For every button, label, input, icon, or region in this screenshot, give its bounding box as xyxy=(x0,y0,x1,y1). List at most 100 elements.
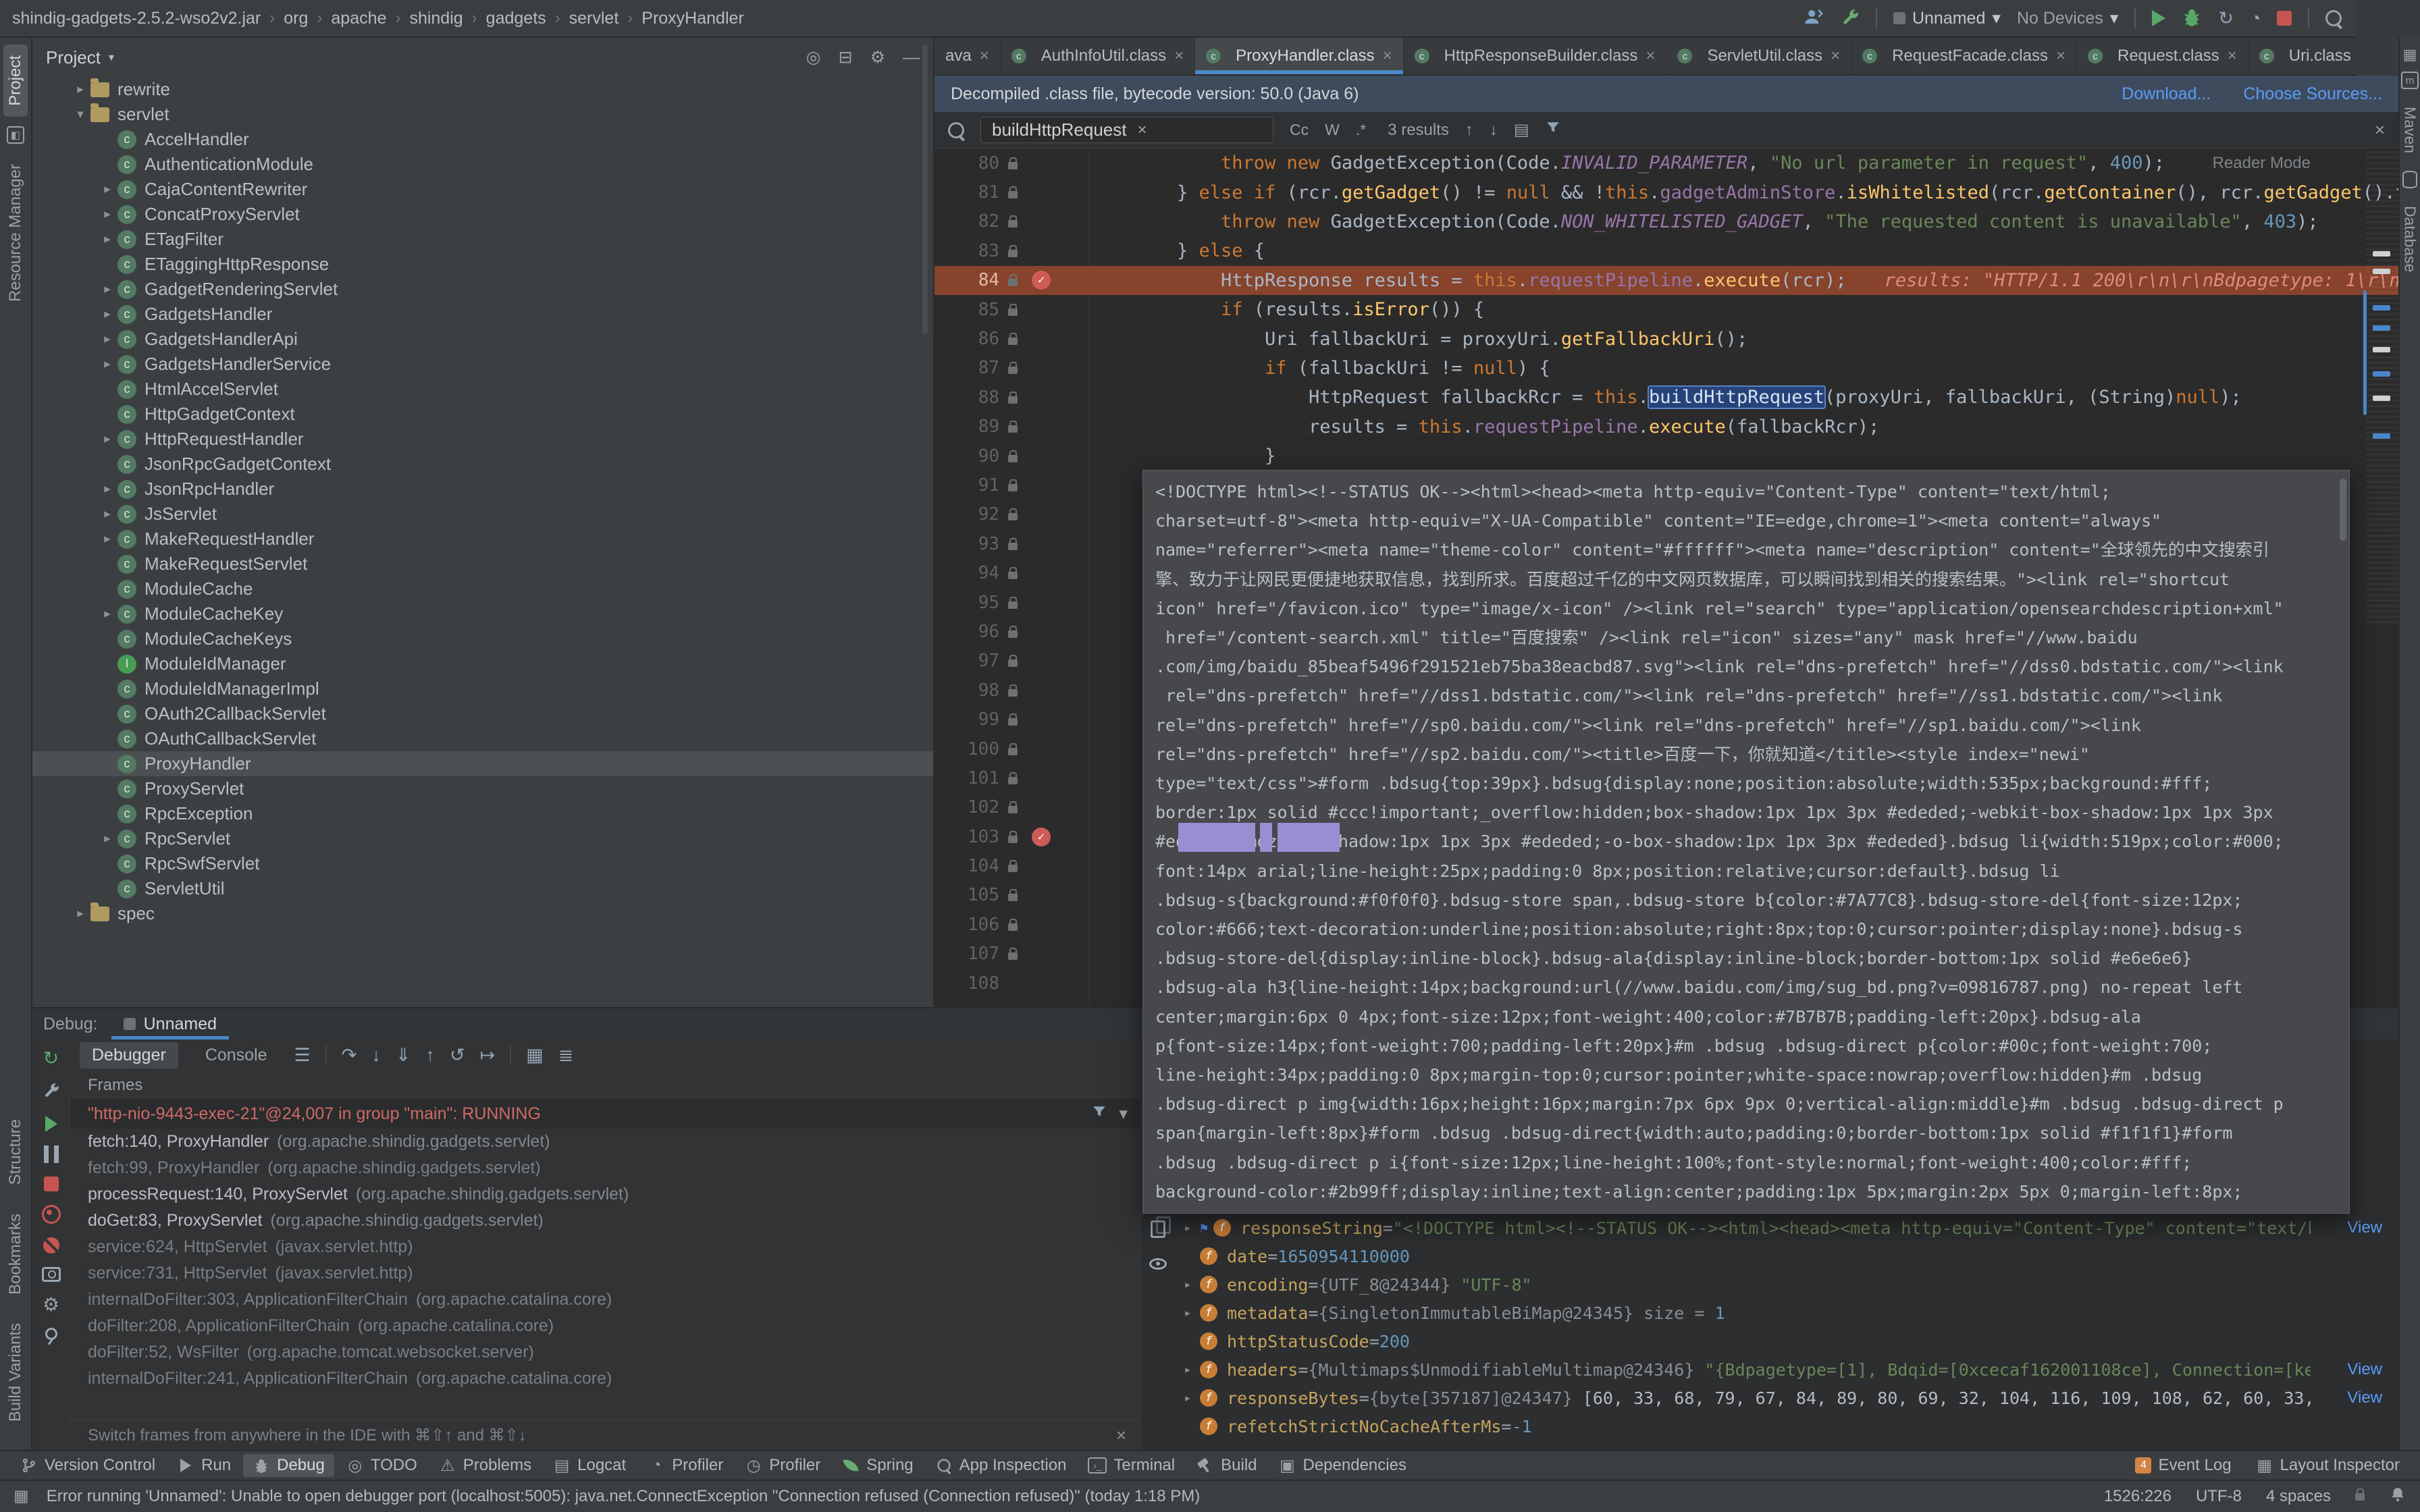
editor-tab-servletutil-class[interactable]: cServletUtil.class× xyxy=(1666,38,1851,74)
view-link[interactable]: View xyxy=(2347,1388,2382,1407)
debug-session-tab[interactable]: Unnamed xyxy=(111,1008,229,1040)
tab-close-icon[interactable]: × xyxy=(980,47,989,65)
caret-position[interactable]: 1526:226 xyxy=(2104,1487,2172,1506)
toolwindow-button-build[interactable]: Build xyxy=(1187,1454,1266,1477)
search-input[interactable]: buildHttpRequest × xyxy=(980,117,1273,143)
stack-frame[interactable]: fetch:140, ProxyHandler(org.apache.shind… xyxy=(70,1129,1140,1155)
tree-item-gadgetshandlerservice[interactable]: ▸cGadgetsHandlerService xyxy=(32,352,933,377)
breadcrumb-item[interactable]: ProxyHandler xyxy=(641,9,743,28)
tree-item-httpgadgetcontext[interactable]: cHttpGadgetContext xyxy=(32,402,933,427)
thread-dump-icon[interactable] xyxy=(42,1267,61,1282)
toolwindow-button-logcat[interactable]: ▤Logcat xyxy=(544,1454,635,1478)
tab-close-icon[interactable]: × xyxy=(2228,47,2237,65)
tooltip-scrollbar[interactable] xyxy=(2340,479,2346,541)
step-out-icon[interactable]: ↑ xyxy=(426,1045,436,1066)
collapse-all-icon[interactable]: ⊟ xyxy=(839,47,853,68)
variable-row[interactable]: fhttpStatusCode = 200 xyxy=(1176,1327,2398,1355)
stack-frame[interactable]: doFilter:52, WsFilter(org.apache.tomcat.… xyxy=(70,1339,1140,1366)
mute-breakpoints-icon[interactable] xyxy=(43,1237,59,1253)
variable-row[interactable]: fdate = 1650954110000 xyxy=(1176,1242,2398,1270)
breakpoint-slot[interactable]: ✓ xyxy=(1026,828,1056,846)
variable-row[interactable]: ▸fencoding = {UTF_8@24344} "UTF-8" xyxy=(1176,1270,2398,1299)
tree-chevron-icon[interactable]: ▸ xyxy=(97,281,117,297)
tree-chevron-icon[interactable]: ▸ xyxy=(70,82,90,97)
tree-item-servletutil[interactable]: cServletUtil xyxy=(32,876,933,901)
tree-item-jsservlet[interactable]: ▸cJsServlet xyxy=(32,502,933,526)
editor-scrollbar[interactable] xyxy=(2363,290,2367,415)
clear-search-icon[interactable]: × xyxy=(1137,121,1147,140)
stack-frame[interactable]: internalDoFilter:303, ApplicationFilterC… xyxy=(70,1287,1140,1313)
words-toggle[interactable]: W xyxy=(1325,121,1340,139)
tree-item-servlet[interactable]: ▾servlet xyxy=(32,102,933,127)
tree-item-concatproxyservlet[interactable]: ▸cConcatProxyServlet xyxy=(32,202,933,227)
tree-item-proxyhandler[interactable]: cProxyHandler xyxy=(32,751,933,776)
stack-frame[interactable]: internalDoFilter:241, ApplicationFilterC… xyxy=(70,1366,1140,1392)
stack-frame[interactable]: service:731, HttpServlet(javax.servlet.h… xyxy=(70,1260,1140,1287)
thread-selector[interactable]: "http-nio-9443-exec-21"@24,007 in group … xyxy=(70,1099,1140,1129)
close-search-icon[interactable]: × xyxy=(2375,119,2385,140)
plugin-icon[interactable]: ◧ xyxy=(0,126,31,144)
tree-item-httprequesthandler[interactable]: ▸cHttpRequestHandler xyxy=(32,427,933,452)
sidebar-tab-build-variants[interactable]: Build Variants xyxy=(0,1312,31,1432)
tree-chevron-icon[interactable]: ▸ xyxy=(97,531,117,547)
tree-item-rpcswfservlet[interactable]: cRpcSwfServlet xyxy=(32,851,933,876)
tab-close-icon[interactable]: × xyxy=(1174,47,1184,65)
restart-icon[interactable]: ↻ xyxy=(2218,9,2234,28)
tree-item-gadgetrenderingservlet[interactable]: ▸cGadgetRenderingServlet xyxy=(32,277,933,302)
breadcrumb-item[interactable]: org xyxy=(284,9,308,28)
tree-item-modulecache[interactable]: cModuleCache xyxy=(32,576,933,601)
layout-settings-icon[interactable]: ☰ xyxy=(294,1045,311,1066)
tree-item-makerequestservlet[interactable]: cMakeRequestServlet xyxy=(32,551,933,576)
editor-tab-httpresponsebuilder-class[interactable]: cHttpResponseBuilder.class× xyxy=(1404,38,1667,74)
editor-tab-requestfacade-class[interactable]: cRequestFacade.class× xyxy=(1851,38,2077,74)
view-link[interactable]: View xyxy=(2347,1360,2382,1379)
locate-file-icon[interactable]: ◎ xyxy=(806,47,821,68)
toolwindow-button-version-control[interactable]: Version Control xyxy=(11,1454,165,1477)
tree-item-proxyservlet[interactable]: cProxyServlet xyxy=(32,776,933,801)
tree-item-rewrite[interactable]: ▸rewrite xyxy=(32,77,933,102)
breadcrumb-item[interactable]: shindig-gadgets-2.5.2-wso2v2.jar xyxy=(12,9,261,28)
profile-icon[interactable] xyxy=(1804,7,1824,30)
tree-item-moduleidmanagerimpl[interactable]: cModuleIdManagerImpl xyxy=(32,676,933,701)
tree-chevron-icon[interactable]: ▸ xyxy=(70,906,90,921)
view-breakpoints-icon[interactable] xyxy=(42,1205,61,1224)
minimap[interactable] xyxy=(2366,151,2398,624)
expand-chevron-icon[interactable]: ▸ xyxy=(1176,1305,1200,1320)
sidebar-tab-bookmarks[interactable]: Bookmarks xyxy=(0,1203,31,1305)
previous-match-icon[interactable]: ↑ xyxy=(1465,121,1473,140)
step-over-icon[interactable]: ↷ xyxy=(342,1045,357,1066)
variable-row[interactable]: frefetchStrictNoCacheAfterMs = -1 xyxy=(1176,1412,2398,1440)
tree-chevron-icon[interactable]: ▾ xyxy=(70,107,90,122)
debugger-settings-icon[interactable]: ⚙ xyxy=(43,1295,59,1314)
tree-item-authenticationmodule[interactable]: cAuthenticationModule xyxy=(32,152,933,177)
resume-icon[interactable] xyxy=(45,1116,57,1132)
file-encoding[interactable]: UTF-8 xyxy=(2196,1487,2242,1506)
tool-icon[interactable]: ▦ xyxy=(2403,47,2417,62)
run-configuration-select[interactable]: Unnamed ▾ xyxy=(1893,8,2001,28)
tab-close-icon[interactable]: × xyxy=(1646,47,1655,65)
editor-tab-proxyhandler-class[interactable]: cProxyHandler.class× xyxy=(1195,38,1403,74)
breakpoint-icon[interactable]: ✓ xyxy=(1032,828,1051,846)
pause-icon[interactable] xyxy=(44,1145,59,1163)
step-into-icon[interactable]: ↓ xyxy=(371,1045,381,1066)
tab-debugger[interactable]: Debugger xyxy=(80,1042,178,1069)
tree-item-rpcservlet[interactable]: ▸cRpcServlet xyxy=(32,826,933,851)
tree-chevron-icon[interactable]: ▸ xyxy=(97,481,117,497)
toolwindow-button-event-log[interactable]: 4Event Log xyxy=(2126,1454,2240,1477)
sidebar-tab-database[interactable]: Database xyxy=(2400,198,2420,280)
tree-item-htmlaccelservlet[interactable]: cHtmlAccelServlet xyxy=(32,377,933,402)
breadcrumb-item[interactable]: apache xyxy=(331,9,386,28)
toolwindow-button-dependencies[interactable]: ▣Dependencies xyxy=(1269,1454,1416,1478)
stack-frame[interactable]: service:624, HttpServlet(javax.servlet.h… xyxy=(70,1234,1140,1260)
editor-tab-authinfoutil-class[interactable]: cAuthInfoUtil.class× xyxy=(1001,38,1195,74)
view-link[interactable]: View xyxy=(2347,1218,2382,1237)
hide-panel-icon[interactable]: — xyxy=(903,48,920,68)
tree-chevron-icon[interactable]: ▸ xyxy=(97,331,117,347)
drop-frame-icon[interactable]: ↺ xyxy=(450,1045,465,1066)
breadcrumb-item[interactable]: gadgets xyxy=(486,9,546,28)
tab-close-icon[interactable]: × xyxy=(1831,47,1840,65)
modify-run-config-icon[interactable] xyxy=(43,1081,60,1102)
tree-chevron-icon[interactable]: ▸ xyxy=(97,506,117,522)
tree-chevron-icon[interactable]: ▸ xyxy=(97,606,117,622)
variable-row[interactable]: ▸fmetadata = {SingletonImmutableBiMap@24… xyxy=(1176,1299,2398,1327)
